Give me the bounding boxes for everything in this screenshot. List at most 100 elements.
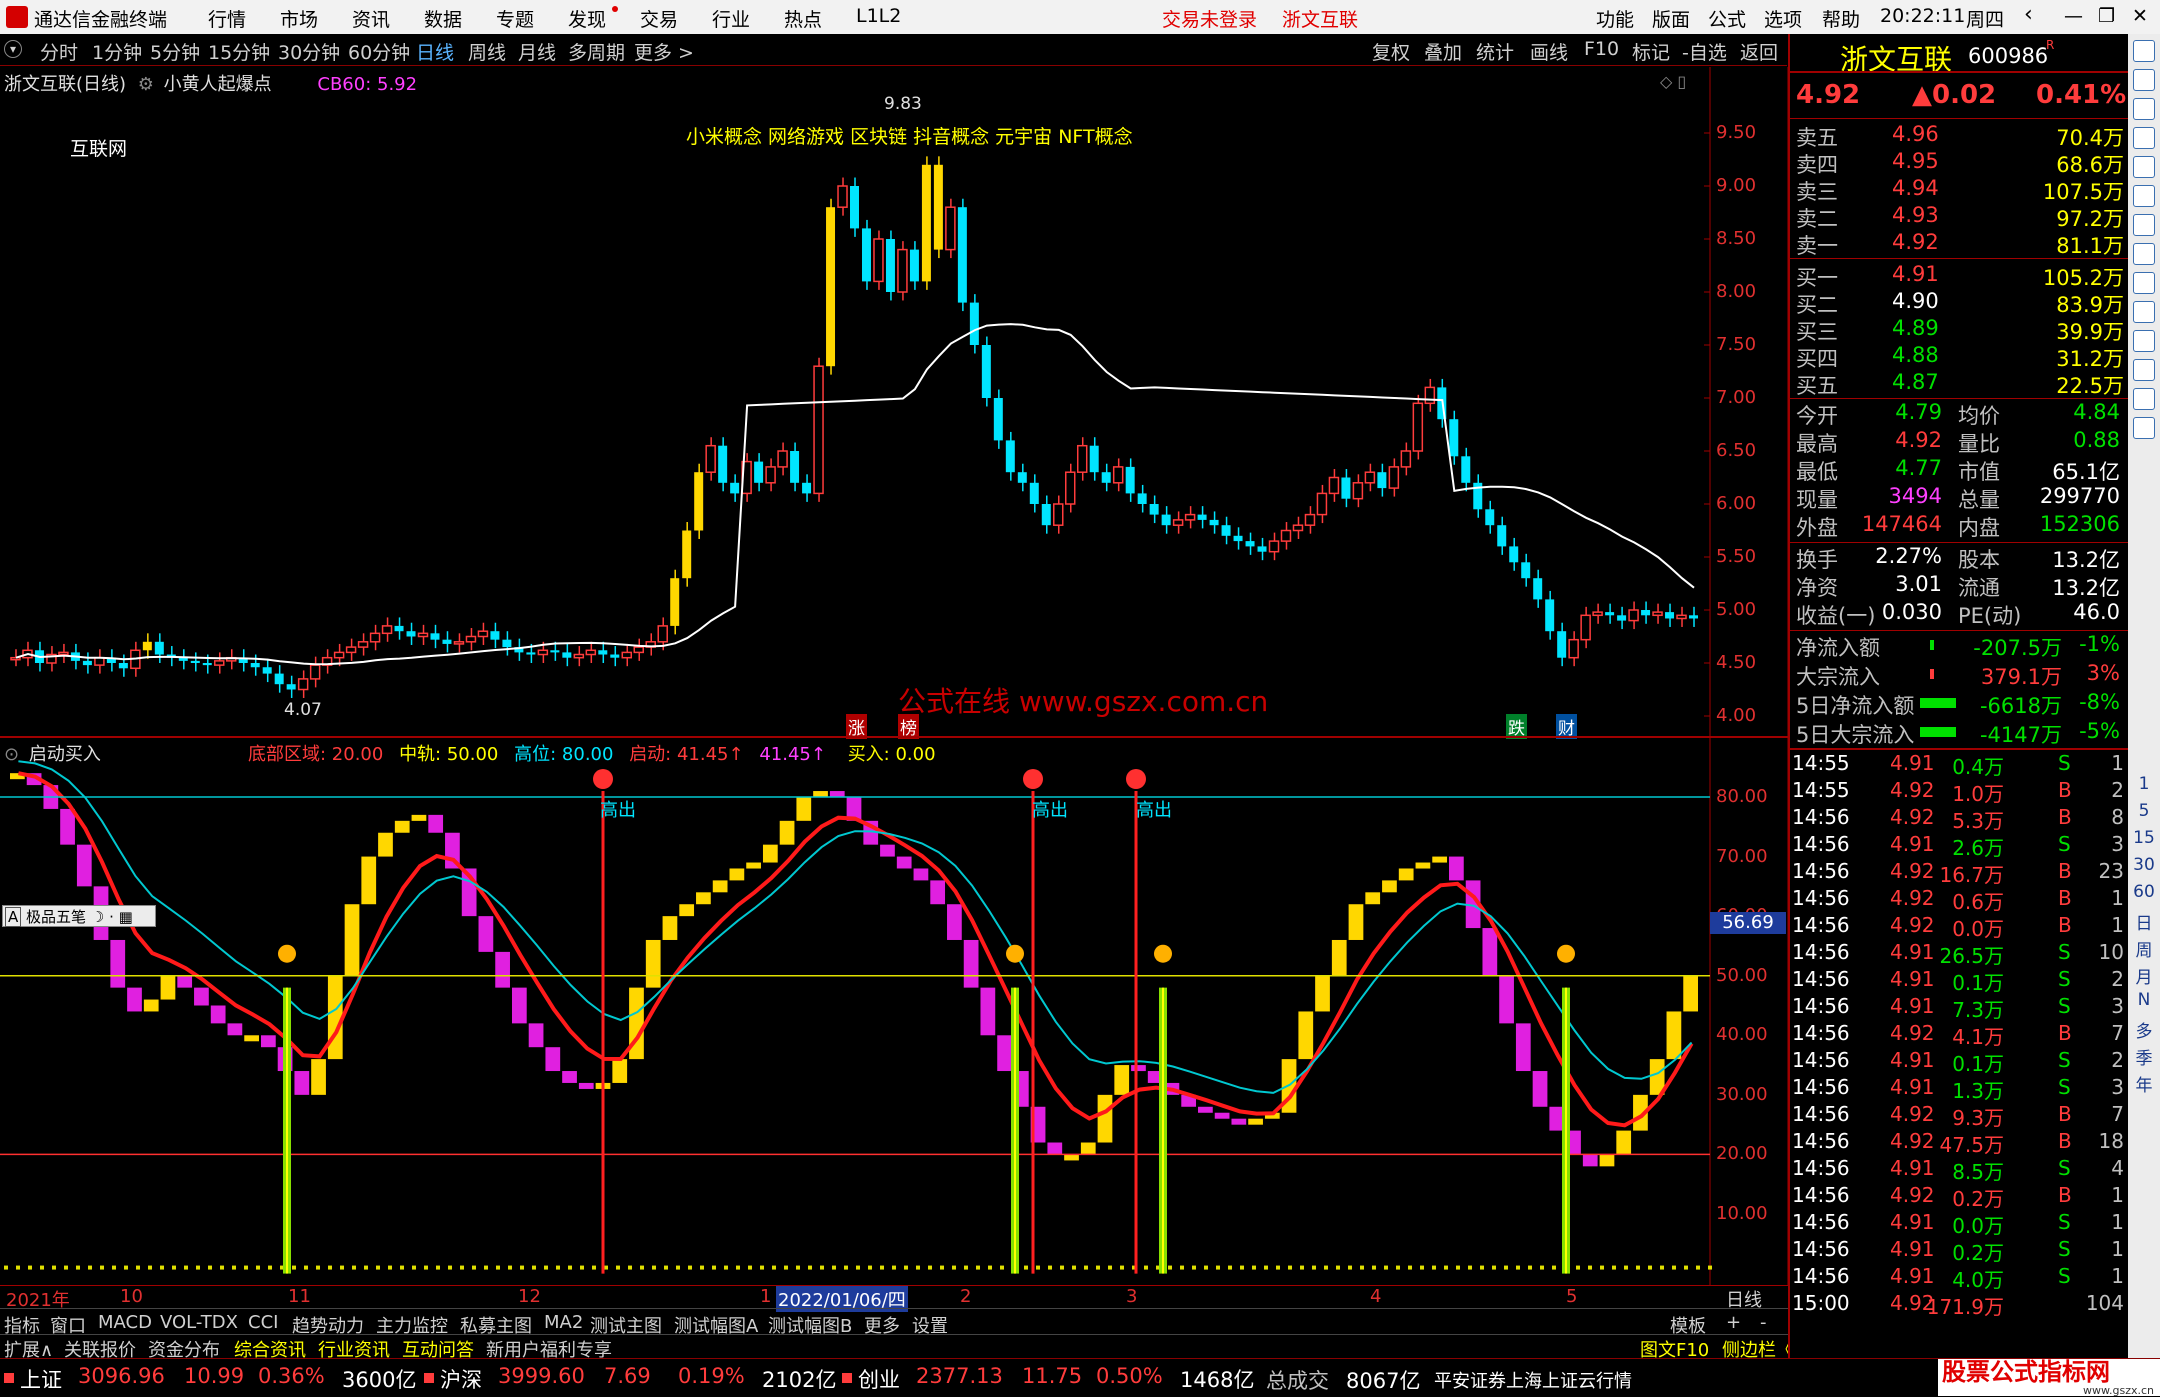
minimize-icon[interactable]: — [2064, 5, 2083, 27]
index-name[interactable]: 沪深 [440, 1364, 482, 1394]
sidebar-period-3[interactable]: 30 [2128, 855, 2160, 875]
chart-options-icon[interactable]: ◇ ▯ [1660, 72, 1686, 91]
period-more[interactable]: 更多 > [634, 38, 694, 65]
menu-gongshi[interactable]: 公式 [1708, 5, 1746, 32]
ime-keyboard-icon[interactable]: ▦ [119, 908, 133, 926]
sidebar-period-1[interactable]: 5 [2128, 801, 2160, 821]
btn-diejia[interactable]: 叠加 [1424, 38, 1462, 65]
close-icon[interactable]: ✕ [2132, 5, 2148, 27]
sidebar-period-4[interactable]: 60 [2128, 882, 2160, 902]
chart-canvas[interactable] [0, 67, 1788, 1300]
login-status[interactable]: 交易未登录 [1162, 5, 1257, 32]
bid-row[interactable]: 买三 4.89 39.9万 [1796, 316, 2124, 344]
btn-zixuan[interactable]: -自选 [1682, 38, 1727, 65]
rsi-icon[interactable] [2133, 388, 2155, 410]
period-multi[interactable]: 多周期 [568, 38, 625, 65]
menu-l1l2[interactable]: L1L2 [856, 5, 901, 27]
sidebar-period-7[interactable]: 月 [2128, 963, 2160, 988]
bid-row[interactable]: 买二 4.90 83.9万 [1796, 289, 2124, 317]
fz-icon[interactable] [2133, 301, 2155, 323]
menu-jiaoyi[interactable]: 交易 [640, 5, 678, 32]
bid-row[interactable]: 买四 4.88 31.2万 [1796, 343, 2124, 371]
index-name[interactable]: 创业 [858, 1364, 900, 1394]
period-60min[interactable]: 60分钟 [348, 38, 410, 65]
tab-plus[interactable]: + [1726, 1312, 1741, 1333]
sidebar-period-9[interactable]: 多 [2128, 1017, 2160, 1042]
tab-ma2[interactable]: MA2 [544, 1312, 583, 1333]
period-15min[interactable]: 15分钟 [208, 38, 270, 65]
main-indicator-name[interactable]: 小黄人起爆点 [164, 74, 272, 95]
period-daily[interactable]: 日线 [416, 38, 454, 65]
sidebar-period-0[interactable]: 1 [2128, 774, 2160, 794]
menu-xuanxiang[interactable]: 选项 [1764, 5, 1802, 32]
f10-icon[interactable] [2133, 243, 2155, 265]
menu-shuju[interactable]: 数据 [424, 5, 462, 32]
menu-redian[interactable]: 热点 [784, 5, 822, 32]
ask-row[interactable]: 卖四 4.95 68.6万 [1796, 149, 2124, 177]
tab-vol-tdx[interactable]: VOL-TDX [160, 1312, 238, 1333]
grid-icon[interactable] [2133, 98, 2155, 120]
candle-icon[interactable] [2133, 185, 2155, 207]
ask-row[interactable]: 卖三 4.94 107.5万 [1796, 176, 2124, 204]
tick-side: B [2058, 1183, 2072, 1207]
btn-biaoji[interactable]: 标记 [1632, 38, 1670, 65]
chevron-down-icon[interactable] [2133, 69, 2155, 91]
period-monthly[interactable]: 月线 [518, 38, 556, 65]
sidebar-period-2[interactable]: 15 [2128, 828, 2160, 848]
btn-fanhui[interactable]: 返回 [1740, 38, 1778, 65]
index-name[interactable]: 上证 [20, 1364, 62, 1394]
sidebar-period-8[interactable]: N [2128, 990, 2160, 1010]
tab-minus[interactable]: - [1760, 1312, 1767, 1333]
menu-bangzhu[interactable]: 帮助 [1822, 5, 1860, 32]
tab-macd[interactable]: MACD [98, 1312, 152, 1333]
period-5min[interactable]: 5分钟 [150, 38, 200, 65]
menu-faxian[interactable]: 发现 [568, 5, 606, 32]
menu-zixun[interactable]: 资讯 [352, 5, 390, 32]
btn-tongji[interactable]: 统计 [1476, 38, 1514, 65]
back-arrow-icon[interactable]: ‹ [2024, 2, 2033, 27]
table-icon[interactable] [2133, 214, 2155, 236]
ime-a-icon[interactable]: A [5, 907, 22, 927]
ime-toolbox[interactable]: A 极品五笔 ☽ · ▦ [2, 905, 156, 927]
circle-icon[interactable] [2133, 359, 2155, 381]
period-weekly[interactable]: 周线 [468, 38, 506, 65]
ask-row[interactable]: 卖五 4.96 70.4万 [1796, 122, 2124, 150]
sidebar-period-5[interactable]: 日 [2128, 909, 2160, 934]
sidebar-period-10[interactable]: 季 [2128, 1044, 2160, 1069]
period-1min[interactable]: 1分钟 [92, 38, 142, 65]
osc-bar [746, 862, 761, 869]
btn-f10[interactable]: F10 [1584, 38, 1619, 60]
bid-row[interactable]: 买五 4.87 22.5万 [1796, 370, 2124, 398]
fs-icon[interactable] [2133, 417, 2155, 439]
sidebar-period-11[interactable]: 年 [2128, 1071, 2160, 1096]
btn-huaxian[interactable]: 画线 [1530, 38, 1568, 65]
menu-banmian[interactable]: 版面 [1652, 5, 1690, 32]
sub-chart-name[interactable]: 启动买入 [29, 744, 101, 765]
ask-label-2: 卖三 [1796, 180, 1838, 204]
period-fenshi[interactable]: 分时 [40, 38, 78, 65]
menu-shichang[interactable]: 市场 [280, 5, 318, 32]
collapse-icon[interactable]: ▾ [4, 40, 22, 58]
menu-zhuanti[interactable]: 专题 [496, 5, 534, 32]
bid-row[interactable]: 买一 4.91 105.2万 [1796, 262, 2124, 290]
ask-row[interactable]: 卖二 4.93 97.2万 [1796, 203, 2124, 231]
menu-hangqing[interactable]: 行情 [208, 5, 246, 32]
chart-icon[interactable] [2133, 156, 2155, 178]
tab-cci[interactable]: CCI [248, 1312, 278, 1333]
ime-dot-icon[interactable]: · [109, 908, 114, 926]
doc-icon[interactable] [2133, 272, 2155, 294]
sidebar-period-6[interactable]: 周 [2128, 936, 2160, 961]
candle-body [1341, 477, 1351, 499]
indicator-gear-icon[interactable]: ⚙ [138, 74, 154, 95]
restore-icon[interactable]: ❐ [2098, 5, 2115, 27]
period-30min[interactable]: 30分钟 [278, 38, 340, 65]
menu-hangye[interactable]: 行业 [712, 5, 750, 32]
sub-collapse-icon[interactable]: ⊙ [4, 744, 19, 765]
info-icon[interactable] [2133, 330, 2155, 352]
list-icon[interactable] [2133, 127, 2155, 149]
menu-gongneng[interactable]: 功能 [1596, 5, 1634, 32]
ask-row[interactable]: 卖一 4.92 81.1万 [1796, 230, 2124, 258]
ime-moon-icon[interactable]: ☽ [91, 908, 104, 926]
btn-fuquan[interactable]: 复权 [1372, 38, 1410, 65]
chevron-up-icon[interactable] [2133, 40, 2155, 62]
